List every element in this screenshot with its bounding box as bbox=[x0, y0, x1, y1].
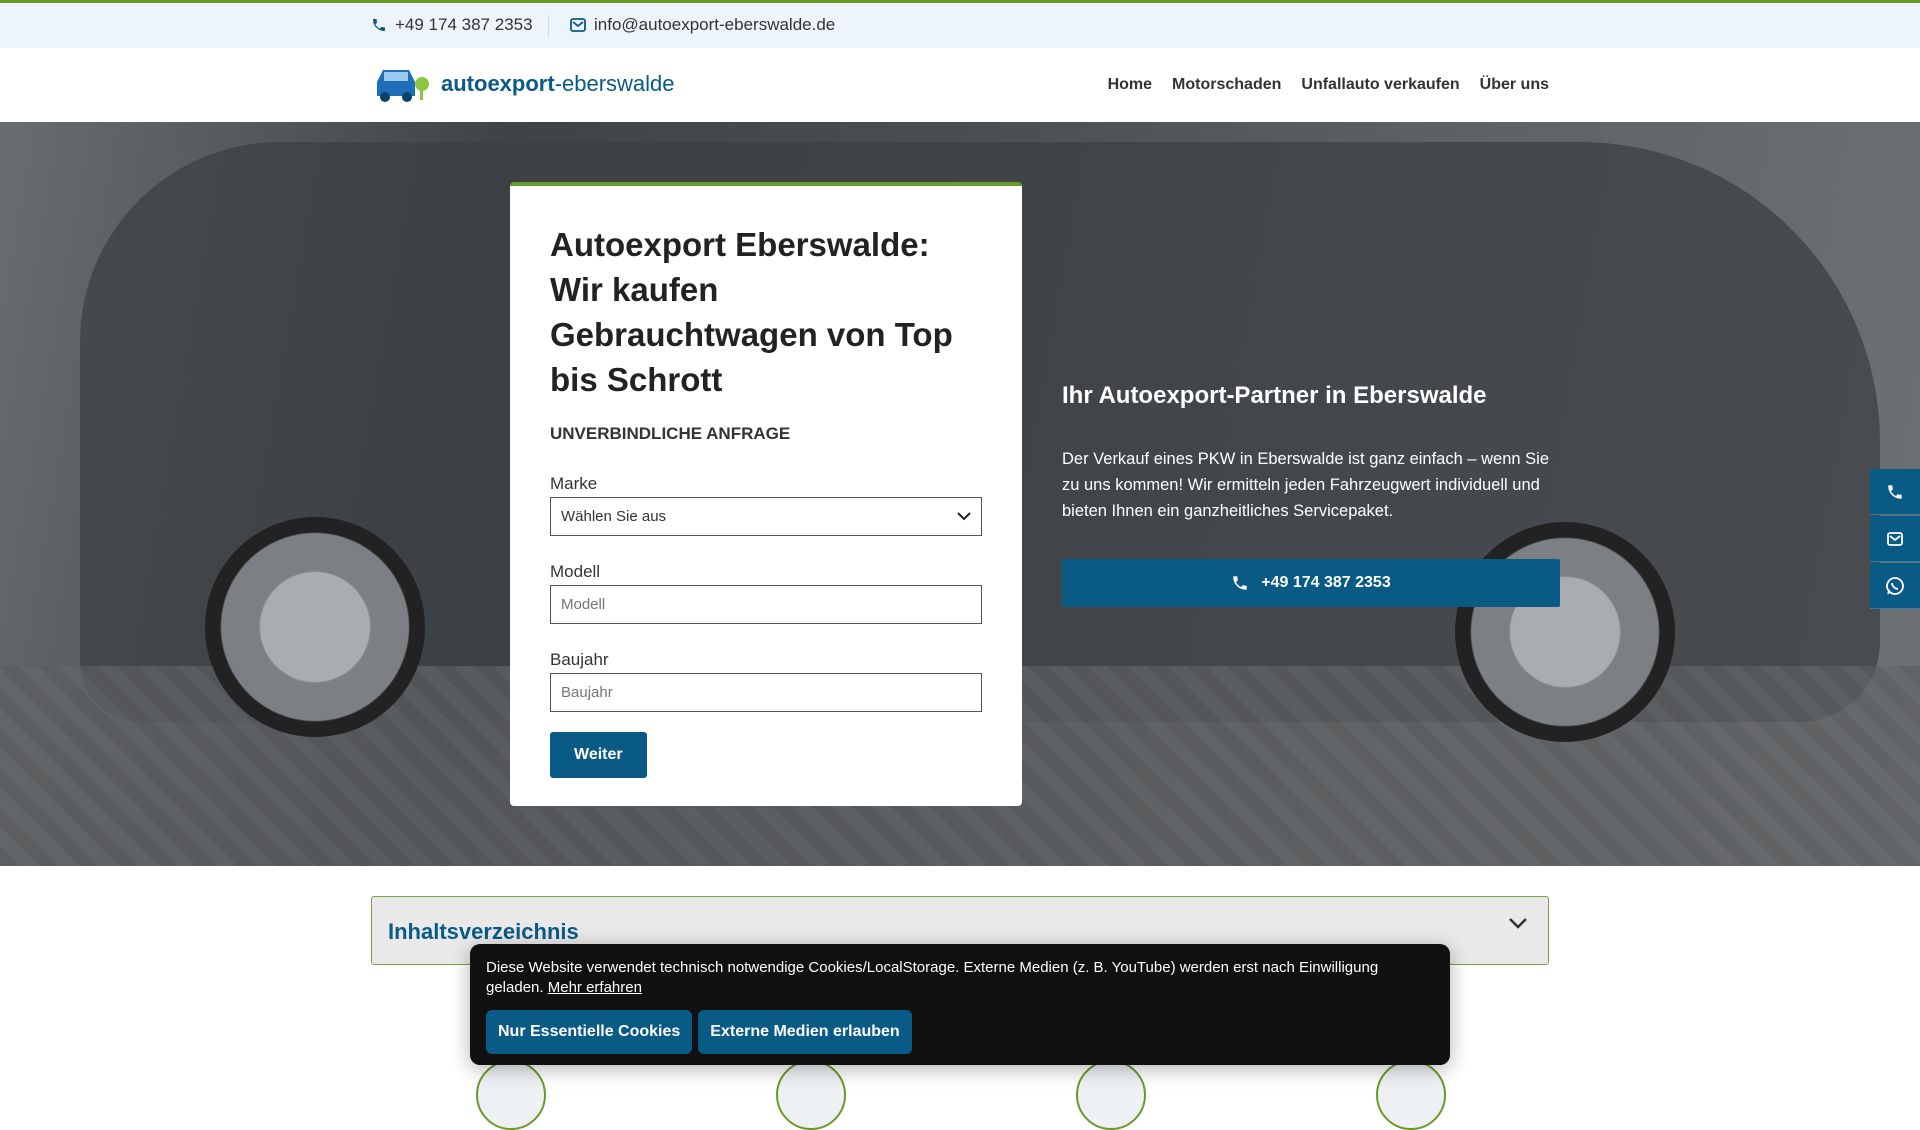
baujahr-label: Baujahr bbox=[550, 650, 609, 669]
chevron-down-icon bbox=[957, 512, 971, 521]
hero-text: Der Verkauf eines PKW in Eberswalde ist … bbox=[1062, 450, 1550, 520]
hero-title: Autoexport Eberswalde: Wir kaufen Gebrau… bbox=[550, 226, 953, 398]
divider bbox=[548, 15, 549, 37]
chevron-down-icon bbox=[1509, 918, 1527, 929]
side-phone-button[interactable] bbox=[1870, 469, 1920, 515]
side-whatsapp-button[interactable] bbox=[1870, 563, 1920, 609]
allow-external-media-button[interactable]: Externe Medien erlauben bbox=[698, 1010, 912, 1054]
topbar-email-link[interactable]: info@autoexport-eberswalde.de bbox=[570, 15, 835, 35]
header: autoexport-eberswalde Home Motorschaden … bbox=[0, 48, 1920, 122]
weiter-button[interactable]: Weiter bbox=[550, 732, 647, 778]
car-logo-icon bbox=[377, 70, 429, 102]
modell-label: Modell bbox=[550, 562, 601, 581]
hero-info: Ihr Autoexport-Partner in Eberswalde Der… bbox=[1062, 382, 1562, 524]
cookie-more-link[interactable]: Mehr erfahren bbox=[548, 979, 642, 996]
hero-heading: Ihr Autoexport-Partner in Eberswalde bbox=[1062, 382, 1487, 409]
side-email-button[interactable] bbox=[1870, 516, 1920, 562]
top-bar: +49 174 387 2353 info@autoexport-eberswa… bbox=[0, 0, 1920, 48]
toc-title: Inhaltsverzeichnis bbox=[388, 919, 579, 944]
inquiry-form-card: Autoexport Eberswalde: Wir kaufen Gebrau… bbox=[510, 182, 1022, 806]
topbar-phone-link[interactable]: +49 174 387 2353 bbox=[371, 15, 533, 35]
cookie-banner: Diese Website verwendet technisch notwen… bbox=[470, 944, 1450, 1065]
form-subtitle: UNVERBINDLICHE ANFRAGE bbox=[550, 424, 791, 443]
essential-cookies-button[interactable]: Nur Essentielle Cookies bbox=[486, 1010, 693, 1054]
logo[interactable]: autoexport-eberswalde bbox=[371, 64, 675, 104]
nav-unfallauto-verkaufen[interactable]: Unfallauto verkaufen bbox=[1301, 76, 1459, 94]
nav-ueber-uns[interactable]: Über uns bbox=[1480, 76, 1549, 94]
topbar-phone: +49 174 387 2353 bbox=[395, 15, 533, 34]
phone-icon bbox=[1888, 484, 1902, 499]
main-nav: Home Motorschaden Unfallauto verkaufen Ü… bbox=[1108, 76, 1549, 94]
mail-icon bbox=[570, 18, 586, 32]
feature-icon-circle bbox=[476, 1060, 546, 1130]
call-button[interactable]: +49 174 387 2353 bbox=[1062, 559, 1560, 607]
nav-motorschaden[interactable]: Motorschaden bbox=[1172, 76, 1281, 94]
nav-home[interactable]: Home bbox=[1108, 76, 1152, 94]
modell-input[interactable] bbox=[550, 585, 982, 624]
call-button-label: +49 174 387 2353 bbox=[1261, 574, 1391, 591]
marke-select-value: Wählen Sie aus bbox=[561, 508, 667, 525]
baujahr-input[interactable] bbox=[550, 673, 982, 712]
topbar-email: info@autoexport-eberswalde.de bbox=[594, 15, 836, 34]
marke-select[interactable]: Wählen Sie aus bbox=[550, 497, 982, 536]
whatsapp-icon bbox=[1886, 576, 1904, 595]
marke-label: Marke bbox=[550, 474, 598, 493]
logo-text-light: -eberswalde bbox=[554, 71, 675, 96]
feature-icon-circle bbox=[1076, 1060, 1146, 1130]
car-wheel-image bbox=[1455, 522, 1675, 742]
logo-text-bold: autoexport bbox=[441, 71, 555, 96]
phone-icon bbox=[373, 19, 385, 31]
mail-icon bbox=[1887, 531, 1903, 546]
feature-icon-circle bbox=[1376, 1060, 1446, 1130]
feature-icon-circle bbox=[776, 1060, 846, 1130]
phone-icon bbox=[1233, 576, 1248, 590]
car-wheel-image bbox=[205, 517, 425, 737]
